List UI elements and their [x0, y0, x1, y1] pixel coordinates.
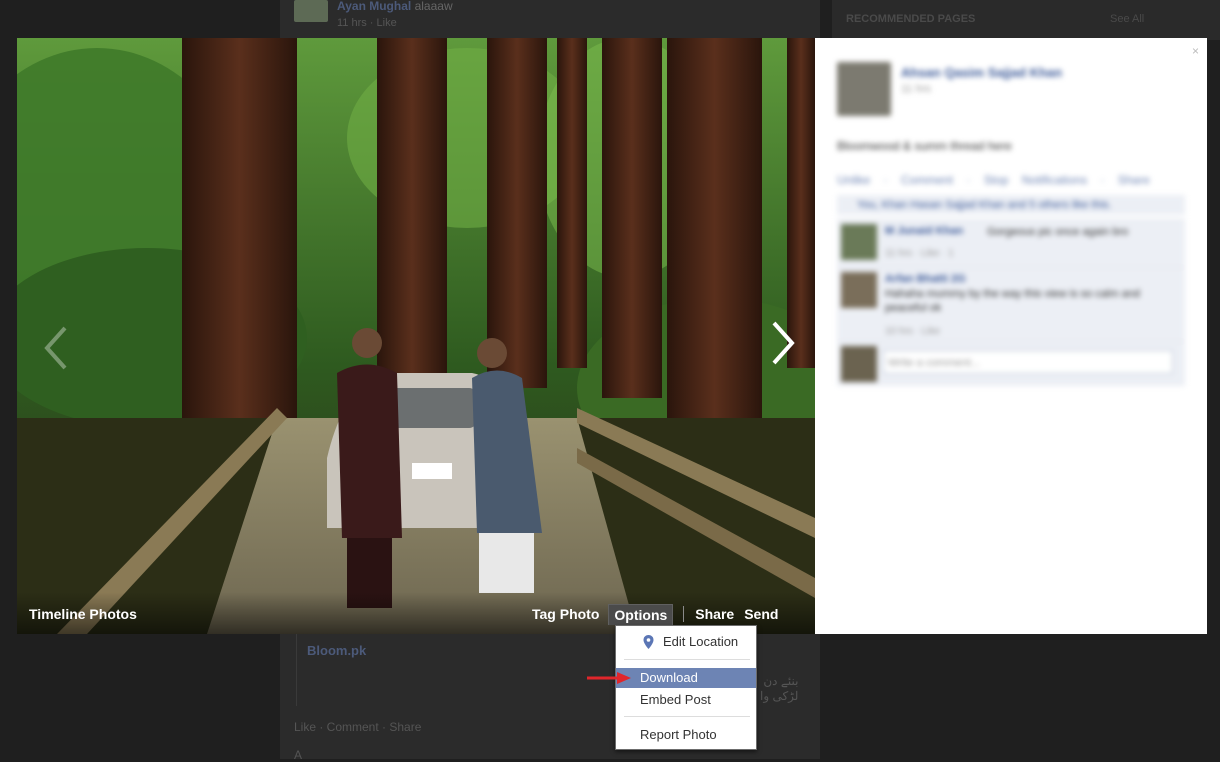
commenter-name[interactable]: Arfan Bhatti 2G	[885, 273, 966, 285]
comment-meta: 11 hrs · Like · 1	[885, 248, 954, 259]
send-button[interactable]: Send	[739, 604, 783, 624]
forest-photo	[17, 38, 815, 634]
chevron-left-icon	[44, 326, 67, 370]
write-comment-row: Write a comment...	[837, 341, 1185, 386]
comment-text: Hahaha mummy by the way this view is so …	[885, 288, 1140, 314]
photo-info-panel: Ahsan Qasim Sajjad Khan 11 hrs Bloomwood…	[815, 38, 1207, 634]
menu-item-embed-post[interactable]: Embed Post	[616, 690, 756, 710]
post-action-links[interactable]: Unlike · Comment · Stop Notifications · …	[837, 173, 1150, 187]
commenter-avatar[interactable]	[841, 224, 877, 260]
author-name[interactable]: Ahsan Qasim Sajjad Khan	[901, 65, 1062, 80]
menu-item-report-photo[interactable]: Report Photo	[616, 725, 756, 745]
likes-text[interactable]: You, Khan Hasan Sajjad Khan and 5 others…	[857, 199, 1112, 211]
author-avatar[interactable]	[837, 62, 891, 116]
menu-divider	[624, 716, 750, 717]
feed-post-title: Bloom.pk	[307, 643, 367, 658]
menu-divider	[624, 659, 750, 660]
photo-viewer: Timeline Photos Tag Photo Options Share …	[17, 38, 815, 634]
options-dropdown-menu: Edit Location Download Embed Post Report…	[615, 625, 757, 750]
sidebar-heading: RECOMMENDED PAGES	[846, 13, 976, 25]
commenter-avatar[interactable]	[841, 272, 877, 308]
tag-photo-button[interactable]: Tag Photo	[527, 604, 604, 624]
menu-item-label: Edit Location	[663, 634, 739, 649]
comment-item: M Junaid Khan Gorgeous pic once again br…	[837, 219, 1185, 268]
photo-caption-text: Bloomwood & summ thread here	[837, 139, 1012, 153]
next-photo-button[interactable]	[762, 313, 802, 373]
panel-content: Ahsan Qasim Sajjad Khan 11 hrs Bloomwood…	[815, 38, 1207, 634]
menu-item-edit-location[interactable]: Edit Location	[616, 632, 756, 652]
feed-post-text: بنئے دن لڑکی وا	[760, 674, 799, 703]
likes-summary: You, Khan Hasan Sajjad Khan and 5 others…	[837, 195, 1185, 215]
feed-author: Ayan Mughal alaaaw	[337, 0, 453, 13]
options-button[interactable]: Options	[608, 603, 674, 625]
feed-meta: 11 hrs · Like	[337, 17, 397, 29]
menu-item-label: Download	[640, 670, 698, 685]
viewer-avatar	[841, 346, 877, 382]
chevron-right-icon	[772, 321, 795, 365]
share-button[interactable]: Share	[690, 604, 739, 624]
menu-item-label: Embed Post	[640, 692, 711, 707]
album-title[interactable]: Timeline Photos	[29, 606, 137, 622]
commenter-name[interactable]: M Junaid Khan	[885, 225, 963, 237]
feed-avatar	[294, 0, 328, 22]
menu-item-label: Report Photo	[640, 727, 717, 742]
location-pin-icon	[643, 635, 654, 649]
photo-actions-bar: Tag Photo Options Share Send	[527, 603, 783, 625]
feed-stub-text: A	[294, 748, 303, 762]
menu-item-download[interactable]: Download	[616, 668, 756, 688]
comment-meta: 10 hrs · Like	[885, 326, 941, 337]
feed-post-actions: Like · Comment · Share	[294, 720, 422, 734]
annotation-arrow-icon	[587, 672, 631, 684]
comment-text: Gorgeous pic once again bro	[987, 226, 1129, 238]
sidebar-see-all-link: See All	[1110, 13, 1145, 25]
comment-input[interactable]: Write a comment...	[883, 350, 1173, 374]
post-time: 11 hrs	[901, 83, 931, 95]
previous-photo-button[interactable]	[37, 318, 77, 378]
actions-divider	[683, 606, 685, 622]
comment-item: Arfan Bhatti 2G Hahaha mummy by the way …	[837, 267, 1185, 342]
close-icon[interactable]: ×	[1192, 44, 1199, 58]
